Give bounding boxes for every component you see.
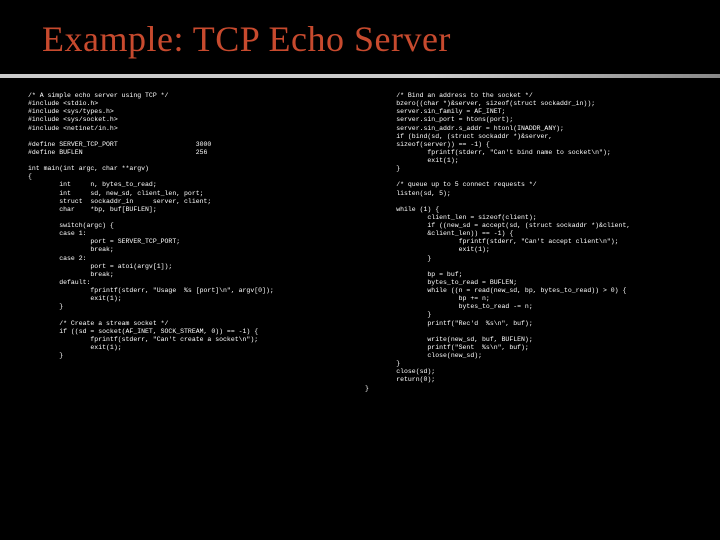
code-area: /* A simple echo server using TCP */ #in… [28, 92, 702, 530]
code-left-column: /* A simple echo server using TCP */ #in… [28, 92, 365, 530]
title-underline [0, 74, 720, 78]
code-right-column: /* Bind an address to the socket */ bzer… [365, 92, 702, 530]
slide-title: Example: TCP Echo Server [0, 0, 720, 60]
slide: Example: TCP Echo Server /* A simple ech… [0, 0, 720, 540]
